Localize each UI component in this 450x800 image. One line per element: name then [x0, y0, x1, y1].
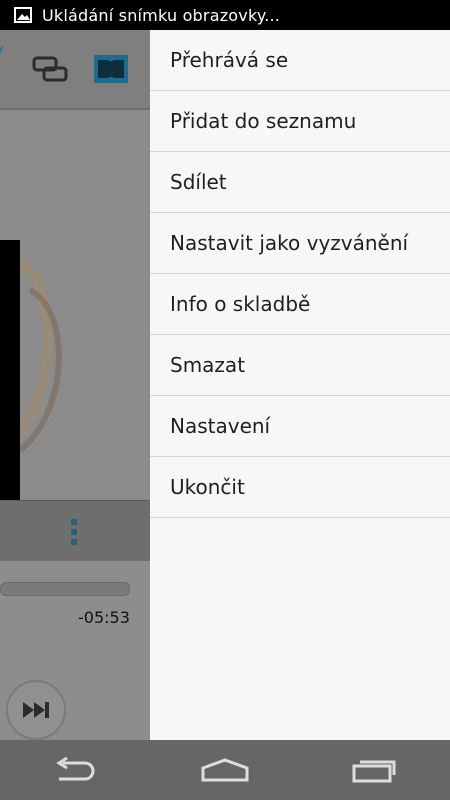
- navigation-bar: [0, 740, 450, 800]
- menu-item-label: Ukončit: [170, 475, 245, 499]
- dolby-icon[interactable]: [94, 55, 128, 83]
- home-button[interactable]: [150, 740, 300, 800]
- next-track-button[interactable]: [6, 680, 66, 740]
- playback-panel: -05:53: [0, 561, 150, 740]
- recent-apps-icon: [352, 760, 396, 783]
- next-track-icon: [23, 702, 49, 718]
- back-button[interactable]: [0, 740, 150, 800]
- player-control-bar: [0, 500, 150, 562]
- time-remaining: -05:53: [78, 608, 130, 627]
- app-logo-fragment: /: [0, 44, 1, 69]
- menu-item-set-as-ringtone[interactable]: Nastavit jako vyzvánění: [150, 213, 450, 274]
- repeat-icon[interactable]: [32, 54, 68, 84]
- home-icon: [201, 758, 249, 782]
- album-cover-frame: [0, 240, 20, 510]
- recent-apps-button[interactable]: [300, 740, 450, 800]
- menu-item-label: Přehrává se: [170, 48, 289, 72]
- menu-item-delete[interactable]: Smazat: [150, 335, 450, 396]
- menu-item-label: Sdílet: [170, 170, 227, 194]
- menu-item-label: Info o skladbě: [170, 292, 311, 316]
- menu-item-now-playing[interactable]: Přehrává se: [150, 30, 450, 91]
- menu-item-label: Smazat: [170, 353, 246, 377]
- menu-item-song-info[interactable]: Info o skladbě: [150, 274, 450, 335]
- artwork-decoration: [7, 255, 62, 453]
- back-icon: [56, 757, 95, 781]
- music-player-background: / -05:53: [0, 30, 150, 740]
- menu-item-label: Nastavit jako vyzvánění: [170, 231, 409, 255]
- overflow-menu: Přehrává se Přidat do seznamu Sdílet Nas…: [150, 30, 450, 740]
- menu-item-settings[interactable]: Nastavení: [150, 396, 450, 457]
- menu-item-exit[interactable]: Ukončit: [150, 457, 450, 518]
- player-toolbar: /: [0, 30, 150, 110]
- overflow-menu-icon[interactable]: [68, 517, 80, 547]
- menu-item-label: Nastavení: [170, 414, 271, 438]
- seek-bar[interactable]: [0, 582, 130, 596]
- menu-item-add-to-playlist[interactable]: Přidat do seznamu: [150, 91, 450, 152]
- image-icon: [14, 7, 32, 23]
- menu-item-share[interactable]: Sdílet: [150, 152, 450, 213]
- status-bar: Ukládání snímku obrazovky...: [0, 0, 450, 30]
- menu-item-label: Přidat do seznamu: [170, 109, 357, 133]
- notification-text: Ukládání snímku obrazovky...: [42, 5, 281, 25]
- album-artwork: [0, 110, 150, 510]
